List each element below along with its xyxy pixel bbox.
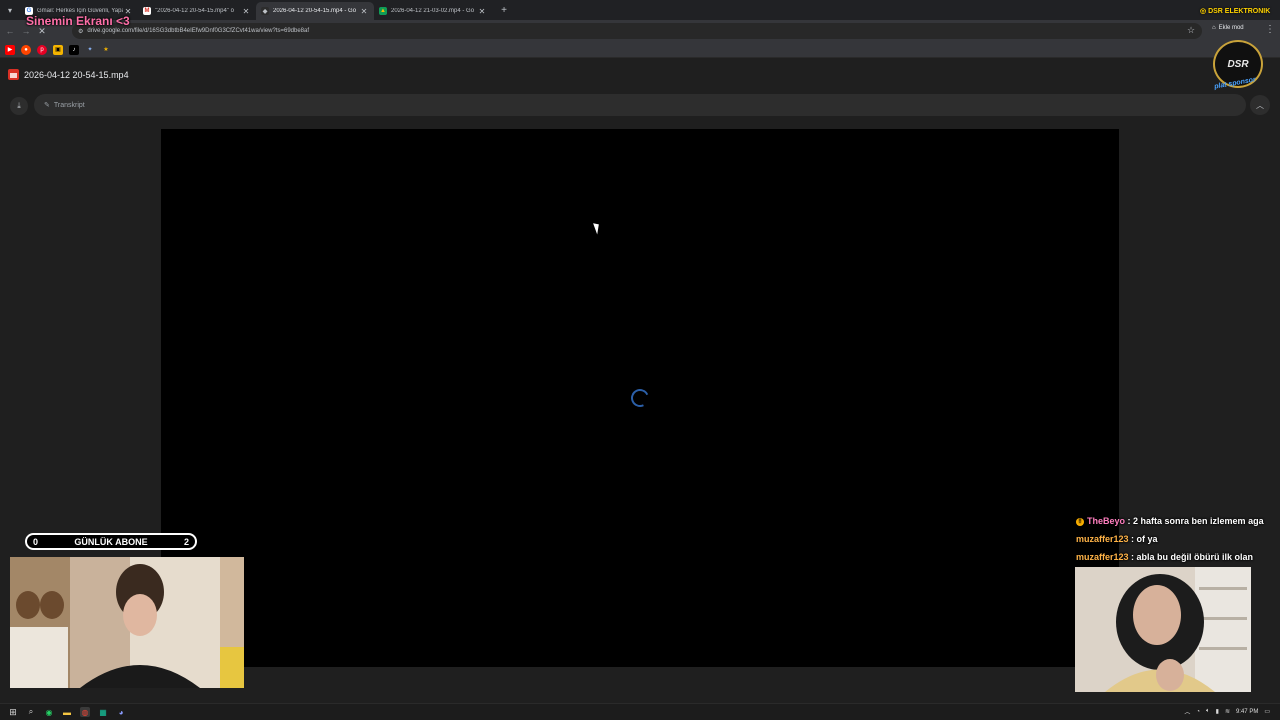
chat-username: muzaffer123 <box>1076 534 1129 544</box>
star-bookmark-icon[interactable]: ★ <box>101 45 111 55</box>
mic-icon[interactable]: ▮ <box>1216 708 1219 715</box>
transcript-bar[interactable]: ✎ Transkript <box>34 94 1246 116</box>
browser-toolbar: ← → ✕ ⚙ drive.google.com/file/d/16SG3dbt… <box>0 20 1280 42</box>
lock-icon: ⌂ <box>1212 25 1216 31</box>
chevron-up-icon[interactable]: ︿ <box>1250 95 1270 115</box>
profile-button[interactable]: ⌂ Ekle mod <box>1212 25 1244 31</box>
file-title: 2026-04-12 20-54-15.mp4 <box>8 69 129 80</box>
close-icon[interactable]: ✕ <box>477 7 487 16</box>
chat-message: muzaffer123 : abla bu değil öbürü ilk ol… <box>1076 550 1280 568</box>
tab-search-icon[interactable]: ▾ <box>0 0 20 20</box>
warning-icon: ! <box>1076 518 1084 526</box>
tab-title: 2026-04-12 21-03-02.mp4 - Go <box>391 8 475 14</box>
transcript-icon: ✎ <box>44 102 50 109</box>
pinterest-icon[interactable]: p <box>37 44 47 55</box>
gemini-icon[interactable]: ✦ <box>85 45 95 55</box>
gmail-icon: M <box>143 7 151 15</box>
explorer-icon[interactable]: ▬ <box>62 707 72 717</box>
new-tab-icon[interactable]: + <box>496 2 512 18</box>
counter-right: 2 <box>183 536 189 547</box>
system-tray: ︿ ◔ 🔈︎ ▮ ≋ 9:47 PM ▭ <box>1184 707 1270 716</box>
drive-icon: ◆ <box>261 7 269 15</box>
chat-message: ! TheBeyo : 2 hafta sonra ben izlemem aga <box>1076 514 1280 532</box>
app-icon[interactable]: ▦ <box>98 707 108 717</box>
whatsapp-icon[interactable]: ◉ <box>44 707 54 717</box>
webcam-right <box>1075 567 1251 692</box>
daily-subscriber-counter: 0 GÜNLÜK ABONE 2 <box>25 533 197 550</box>
volume-icon[interactable]: 🔈︎ <box>1206 708 1210 715</box>
video-player[interactable] <box>161 129 1119 667</box>
search-icon[interactable]: ⌕ <box>26 707 36 717</box>
tab-title: "2026-04-12 20-54-15.mp4" ö <box>155 8 234 14</box>
reddit-icon[interactable]: ● <box>21 44 31 55</box>
chat-overlay: ! TheBeyo : 2 hafta sonra ben izlemem aga… <box>1076 514 1280 568</box>
sponsor-text: DSR ELEKTRONIK <box>1208 8 1271 15</box>
address-bar[interactable]: ⚙ drive.google.com/file/d/16SG3dbtbB4eIE… <box>72 23 1202 39</box>
loading-spinner <box>628 386 652 410</box>
chevron-up-icon[interactable]: ︿ <box>1184 707 1190 716</box>
mouse-cursor <box>593 221 602 235</box>
clock[interactable]: 9:47 PM <box>1236 709 1258 715</box>
sponsor-label: ◎ DSR ELEKTRONIK <box>1200 7 1270 15</box>
webcam-left-image <box>10 557 244 688</box>
webcam-right-image <box>1075 567 1251 692</box>
transcript-label: Transkript <box>53 101 85 109</box>
screen: ▾ G Gmail: Herkes İçin Güvenli, Yapa ✕ M… <box>0 0 1280 720</box>
notification-icon[interactable]: ▭ <box>1264 708 1270 715</box>
profile-label: Ekle mod <box>1218 25 1244 31</box>
network-icon[interactable]: ◔ <box>1196 709 1200 715</box>
chat-text: : abla bu değil öbürü ilk olan <box>1131 552 1254 562</box>
windows-start-icon[interactable]: ⊞ <box>8 707 18 717</box>
counter-left: 0 <box>33 536 39 547</box>
instagram-icon: ◎ <box>1200 8 1207 15</box>
drive-icon: ▲ <box>379 7 387 15</box>
tab-drive-2[interactable]: ▲ 2026-04-12 21-03-02.mp4 - Go ✕ <box>374 2 492 20</box>
keep-icon[interactable]: ▣ <box>53 44 63 55</box>
chat-text: : of ya <box>1131 534 1158 544</box>
chat-text: : 2 hafta sonra ben izlemem aga <box>1127 516 1264 526</box>
tab-gmail-message[interactable]: M "2026-04-12 20-54-15.mp4" ö ✕ <box>138 2 256 20</box>
tab-drive-active[interactable]: ◆ 2026-04-12 20-54-15.mp4 - Go ✕ <box>256 2 374 20</box>
file-name: 2026-04-12 20-54-15.mp4 <box>24 69 129 80</box>
discord-icon[interactable]: ◕ <box>116 707 126 717</box>
chrome-icon[interactable]: ◍ <box>80 707 90 717</box>
wifi-icon[interactable]: ≋ <box>1225 708 1230 715</box>
site-info-icon[interactable]: ⚙ <box>78 28 83 35</box>
tiktok-icon[interactable]: ♪ <box>69 44 79 55</box>
close-icon[interactable]: ✕ <box>241 7 251 16</box>
webcam-left <box>10 557 244 688</box>
chat-username: TheBeyo <box>1087 516 1126 526</box>
chat-username: muzaffer123 <box>1076 552 1129 562</box>
taskbar: ⊞ ⌕ ◉ ▬ ◍ ▦ ◕ ︿ ◔ 🔈︎ ▮ ≋ 9:47 PM ▭ <box>0 703 1280 720</box>
close-icon[interactable]: ✕ <box>359 7 369 16</box>
badge-text: DSR <box>1227 58 1249 70</box>
counter-label: GÜNLÜK ABONE <box>74 536 148 547</box>
tab-title: 2026-04-12 20-54-15.mp4 - Go <box>273 8 357 14</box>
stream-title: Sinemin Ekranı <3 <box>26 14 130 28</box>
tab-strip: ▾ G Gmail: Herkes İçin Güvenli, Yapa ✕ M… <box>0 0 1280 20</box>
video-file-icon <box>8 69 19 80</box>
bookmarks-bar: ▶ ● p ▣ ♪ ✦ ★ <box>0 42 1280 58</box>
menu-icon[interactable]: ⋮ <box>1265 24 1275 35</box>
url-text: drive.google.com/file/d/16SG3dbtbB4eIEfw… <box>87 28 310 34</box>
chat-message: muzaffer123 : of ya <box>1076 532 1280 550</box>
youtube-icon[interactable]: ▶ <box>5 44 15 55</box>
bookmark-star-icon[interactable]: ☆ <box>1187 25 1195 36</box>
back-icon[interactable]: ← <box>4 26 16 36</box>
download-icon[interactable]: ⤓ <box>10 97 28 115</box>
